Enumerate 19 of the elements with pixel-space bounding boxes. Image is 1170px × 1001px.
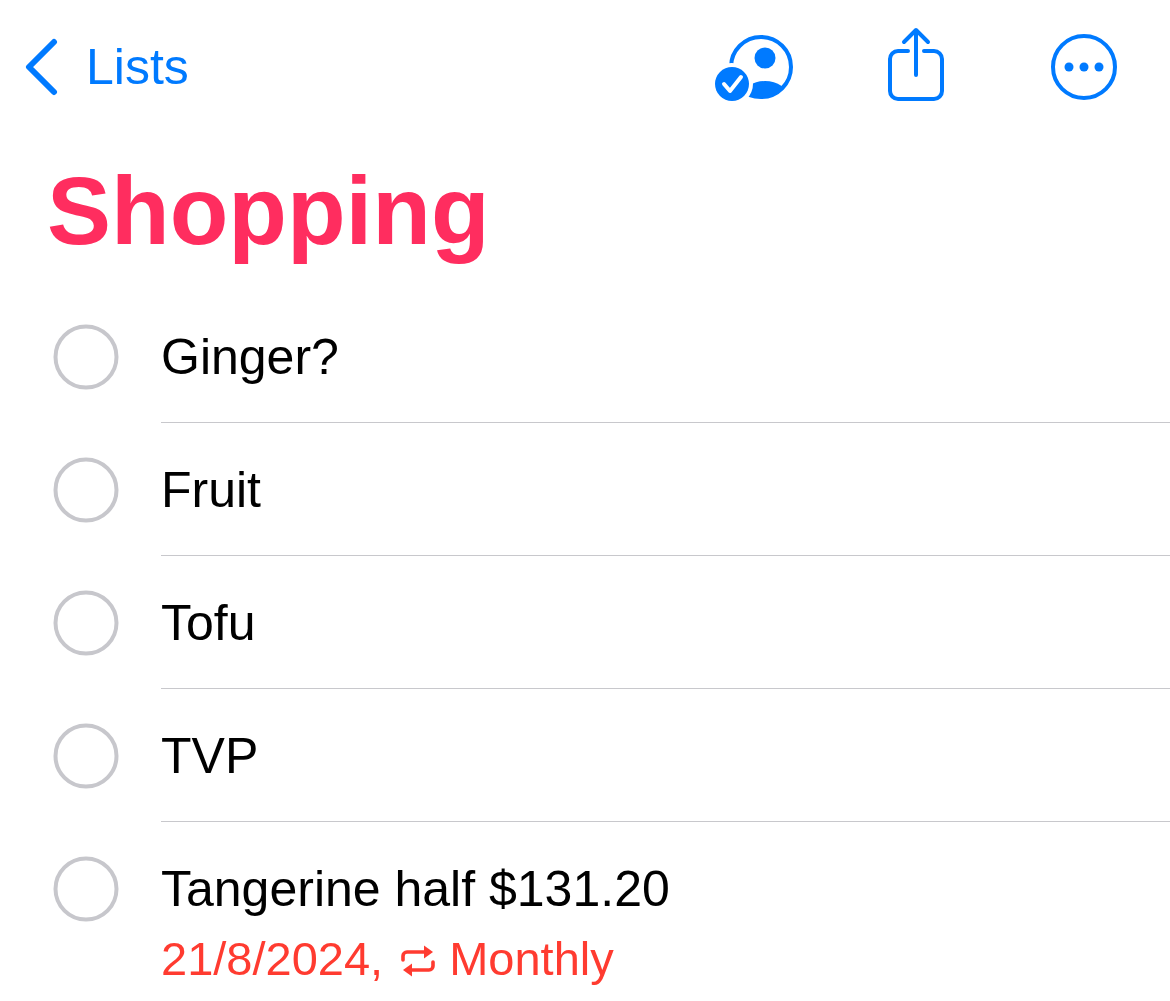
person-checkmark-icon[interactable]: [714, 34, 794, 102]
reminder-title: Tangerine half $131.20: [161, 860, 671, 919]
reminder-title: TVP: [161, 727, 260, 786]
checkbox[interactable]: [53, 457, 119, 523]
reminder-title: Ginger?: [161, 328, 340, 387]
checkbox[interactable]: [53, 723, 119, 789]
more-icon[interactable]: [1050, 33, 1118, 101]
checkbox[interactable]: [53, 856, 119, 922]
chevron-left-icon: [24, 38, 60, 96]
repeat-label: Monthly: [449, 931, 614, 987]
back-button[interactable]: Lists: [24, 37, 189, 97]
due-date: 21/8/2024,: [161, 931, 384, 987]
checkbox[interactable]: [53, 324, 119, 390]
reminder-title: Tofu: [161, 594, 257, 653]
reminder-title: Fruit: [161, 461, 262, 520]
list-title: Shopping: [47, 156, 491, 266]
repeat-icon: [399, 945, 438, 977]
share-icon[interactable]: [886, 27, 946, 103]
checkbox[interactable]: [53, 590, 119, 656]
